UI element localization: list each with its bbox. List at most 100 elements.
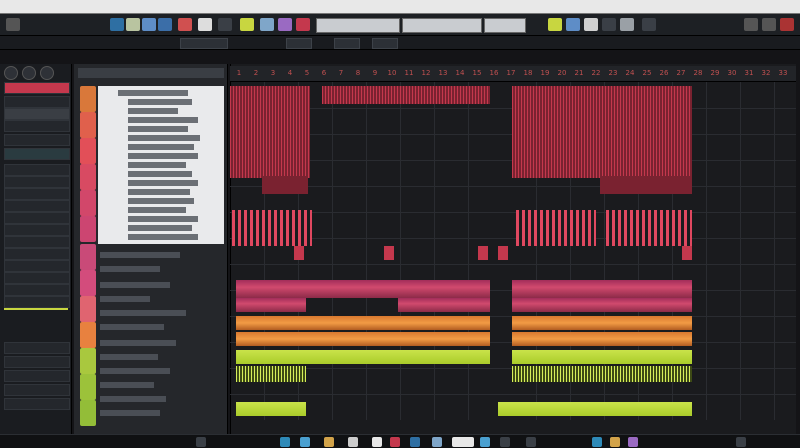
audio-clip[interactable] [498,402,692,416]
pattern-clip[interactable] [682,246,692,260]
window-maximize-icon[interactable] [762,18,776,31]
track-color-strip[interactable] [80,270,96,296]
browser-tree-row[interactable] [100,340,176,346]
channel-slot[interactable] [4,236,70,248]
track-color-strip[interactable] [80,400,96,426]
channel-slot[interactable] [4,108,70,120]
browser-tree-row[interactable] [100,310,186,316]
channel-slot[interactable] [4,384,70,396]
tool-icon[interactable] [296,18,310,31]
snap-selector[interactable] [286,38,312,49]
track-color-strip[interactable] [80,322,96,348]
folder-icon[interactable] [602,18,616,31]
taskbar-app-icon[interactable] [280,437,290,447]
view-control[interactable] [372,38,398,49]
taskbar-app-icon[interactable] [300,437,310,447]
audio-clip[interactable] [512,316,692,330]
channel-rack-icon[interactable] [158,18,172,31]
channel-slot[interactable] [4,342,70,354]
audio-clip[interactable] [398,298,490,312]
browser-tree-row[interactable] [100,382,154,388]
master-pitch-knob[interactable] [22,66,36,80]
channel-slot[interactable] [4,212,70,224]
tempo-icon[interactable] [278,18,292,31]
audio-clip[interactable] [236,350,490,364]
play-icon[interactable] [198,18,212,31]
record-icon[interactable] [178,18,192,31]
pattern-clip[interactable] [230,86,310,178]
pattern-clip[interactable] [294,246,304,260]
timeline-ruler[interactable]: 1 2 3 4 5 6 7 8 9 10 11 12 13 14 15 16 1… [230,66,796,82]
browser-tree-row[interactable] [100,296,150,302]
piano-roll-icon[interactable] [566,18,580,31]
taskbar-app-icon[interactable] [452,437,474,447]
channel-slot[interactable] [4,96,70,108]
channel-slot[interactable] [4,248,70,260]
audio-clip[interactable] [512,280,692,298]
taskbar-app-icon[interactable] [348,437,358,447]
browser-tree-row[interactable] [100,324,164,330]
window-minimize-icon[interactable] [744,18,758,31]
tempo-display[interactable] [316,18,400,33]
start-icon[interactable] [196,437,206,447]
track-color-strip[interactable] [80,164,96,190]
browser-tree-row[interactable] [100,252,180,258]
channel-slot[interactable] [4,224,70,236]
mixer-icon[interactable] [142,18,156,31]
track-color-strip[interactable] [80,374,96,400]
master-volume-knob[interactable] [4,66,18,80]
pattern-clip[interactable] [384,246,394,260]
channel-slot[interactable] [4,134,70,146]
taskbar-app-icon[interactable] [390,437,400,447]
channel-slot[interactable] [4,188,70,200]
taskbar-app-icon[interactable] [592,437,602,447]
audio-clip[interactable] [236,298,306,312]
save-icon[interactable] [584,18,598,31]
track-color-strip[interactable] [80,190,96,216]
channel-slot[interactable] [4,148,70,160]
folder-icon[interactable] [324,437,334,447]
zoom-control[interactable] [334,38,360,49]
pattern-clip[interactable] [512,86,692,178]
pattern-clip[interactable] [516,210,596,246]
browser-tree-row[interactable] [100,368,170,374]
audio-clip[interactable] [512,298,692,312]
tempo-knob[interactable] [40,66,54,80]
taskbar-app-icon[interactable] [610,437,620,447]
channel-slot[interactable] [4,200,70,212]
browser-tree-row[interactable] [100,354,158,360]
channel-slot[interactable] [4,398,70,410]
pattern-clip[interactable] [600,176,692,194]
taskbar-app-icon[interactable] [480,437,490,447]
track-color-strip[interactable] [80,86,96,112]
tray-icon[interactable] [736,437,746,447]
channel-slot[interactable] [4,176,70,188]
track-color-strip[interactable] [80,348,96,374]
audio-clip[interactable] [236,332,490,346]
audio-clip[interactable] [236,366,306,382]
pattern-clip[interactable] [322,86,490,104]
browser-tree-row[interactable] [100,396,166,402]
plugin-icon[interactable] [620,18,634,31]
stop-icon[interactable] [218,18,232,31]
playlist-icon[interactable] [548,18,562,31]
audio-clip[interactable] [512,350,692,364]
audio-clip[interactable] [236,402,306,416]
audio-clip[interactable] [512,332,692,346]
track-color-strip[interactable] [80,216,96,242]
track-color-strip[interactable] [80,296,96,322]
browser-icon[interactable] [110,18,124,31]
browser-tree-row[interactable] [100,266,160,272]
loop-icon[interactable] [260,18,274,31]
pattern-clip[interactable] [498,246,508,260]
pattern-clip[interactable] [478,246,488,260]
menu-icon[interactable] [6,18,20,31]
browser-tree-row[interactable] [100,282,170,288]
audio-clip[interactable] [236,280,490,298]
channel-slot[interactable] [4,356,70,368]
channel-slot[interactable] [4,370,70,382]
channel-slot[interactable] [4,296,70,308]
time-display[interactable] [402,18,482,33]
track-color-strip[interactable] [80,138,96,164]
track-color-strip[interactable] [80,112,96,138]
